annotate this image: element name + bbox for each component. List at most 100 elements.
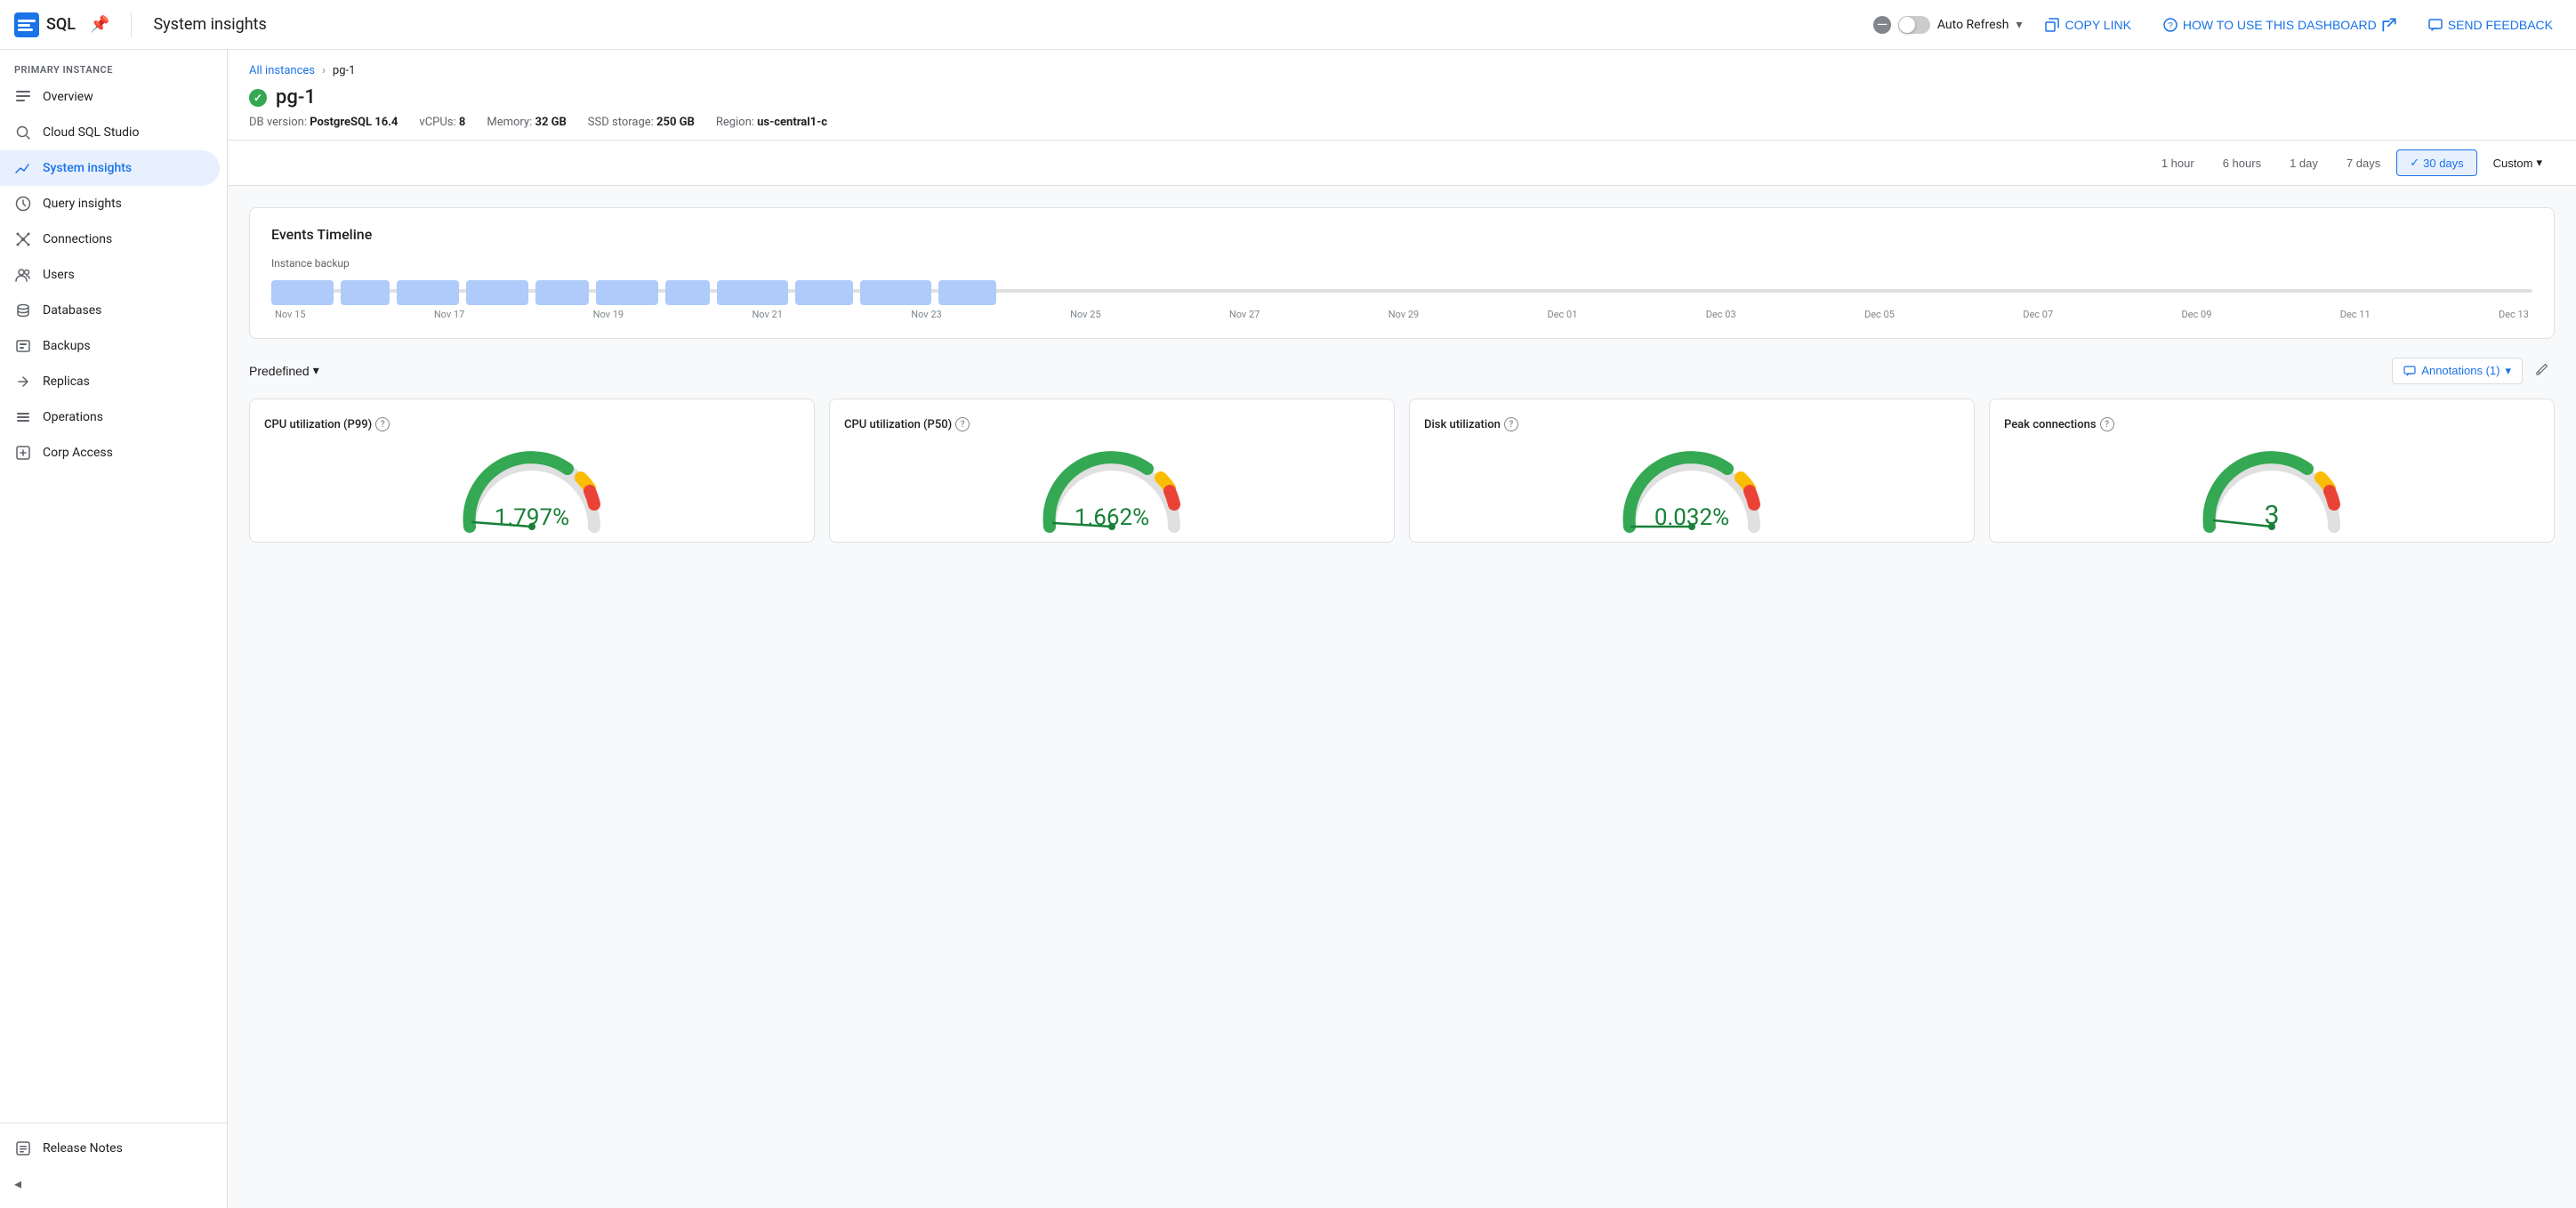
sidebar-item-overview[interactable]: Overview (0, 79, 220, 115)
sidebar-collapse-button[interactable]: ◂ (0, 1166, 227, 1201)
query-insights-label: Query insights (43, 197, 122, 211)
corp-access-label: Corp Access (43, 446, 113, 460)
time-btn-30days[interactable]: ✓ 30 days (2396, 149, 2476, 176)
feedback-icon (2428, 18, 2443, 32)
axis-label-nov19: Nov 19 (593, 309, 624, 320)
sidebar-section-label: Primary instance (0, 50, 227, 79)
timeline-track (271, 277, 2532, 305)
query-insights-icon (14, 195, 32, 213)
axis-label-dec11: Dec 11 (2340, 309, 2371, 320)
system-insights-icon (14, 159, 32, 177)
instance-name: pg-1 (276, 86, 316, 109)
sidebar-item-users[interactable]: Users (0, 257, 220, 293)
edit-button[interactable] (2530, 357, 2555, 384)
section-header: Predefined ▾ Annotations (1) ▾ (249, 357, 2555, 384)
system-insights-label: System insights (43, 161, 132, 175)
memory-value: 32 GB (535, 116, 566, 129)
timeline-bar-9[interactable] (795, 280, 853, 305)
toggle-track[interactable] (1898, 16, 1930, 34)
connections-label: Connections (43, 232, 112, 246)
users-label: Users (43, 268, 75, 282)
sidebar-item-replicas[interactable]: Replicas (0, 364, 220, 399)
db-version-value: PostgreSQL 16.4 (310, 116, 398, 129)
sidebar-item-system-insights[interactable]: System insights (0, 150, 220, 186)
sidebar-item-cloud-sql-studio[interactable]: Cloud SQL Studio (0, 115, 220, 150)
timeline-bar-2[interactable] (341, 280, 390, 305)
auto-refresh-toggle[interactable]: — Auto Refresh ▾ (1873, 16, 2023, 34)
timeline-bar-8[interactable] (717, 280, 788, 305)
timeline-bar-4[interactable] (466, 280, 528, 305)
timeline-bar-5[interactable] (535, 280, 589, 305)
timeline-bar-3[interactable] (397, 280, 459, 305)
help-icon-cpu-p50[interactable]: ? (955, 417, 970, 431)
time-btn-6hours[interactable]: 6 hours (2210, 151, 2274, 175)
gauge-title-disk: Disk utilization ? (1424, 417, 1518, 431)
gauge-card-cpu-p50: CPU utilization (P50) ? (829, 399, 1395, 543)
timeline-bar-6[interactable] (596, 280, 658, 305)
sidebar-item-connections[interactable]: Connections (0, 221, 220, 257)
sidebar-item-corp-access[interactable]: Corp Access (0, 435, 220, 471)
gauge-disk: 0.032% (1612, 442, 1772, 531)
breadcrumb: All instances › pg-1 (249, 64, 2555, 77)
copy-link-button[interactable]: COPY LINK (2036, 12, 2139, 37)
help-icon-cpu-p99[interactable]: ? (375, 417, 390, 431)
checkmark-icon: ✓ (2410, 156, 2419, 170)
instance-header: pg-1 (249, 86, 2555, 109)
content-area: Events Timeline Instance backup (228, 186, 2576, 564)
axis-label-dec01: Dec 01 (1548, 309, 1578, 320)
help-icon-disk[interactable]: ? (1504, 417, 1518, 431)
predefined-button[interactable]: Predefined ▾ (249, 363, 319, 378)
sidebar-item-databases[interactable]: Databases (0, 293, 220, 328)
axis-label-dec03: Dec 03 (1706, 309, 1736, 320)
custom-chevron-icon: ▾ (2536, 156, 2542, 170)
how-to-use-button[interactable]: ? HOW TO USE THIS DASHBOARD (2154, 12, 2405, 37)
cloud-sql-studio-label: Cloud SQL Studio (43, 125, 139, 140)
axis-label-dec05: Dec 05 (1864, 309, 1895, 320)
help-circle-icon: ? (2163, 18, 2178, 32)
timeline-bar-7[interactable] (665, 280, 710, 305)
time-btn-1day[interactable]: 1 day (2277, 151, 2330, 175)
topbar-actions: — Auto Refresh ▾ COPY LINK ? HOW TO USE … (1873, 12, 2562, 37)
auto-refresh-chevron[interactable]: ▾ (2016, 18, 2022, 32)
annotations-label: Annotations (1) (2421, 364, 2500, 377)
db-version-meta: DB version: PostgreSQL 16.4 (249, 116, 398, 129)
auto-refresh-label: Auto Refresh (1937, 18, 2009, 32)
timeline-bar-10[interactable] (860, 280, 931, 305)
gauge-title-cpu-p50: CPU utilization (P50) ? (844, 417, 970, 431)
breadcrumb-current: pg-1 (333, 64, 356, 77)
sidebar-item-query-insights[interactable]: Query insights (0, 186, 220, 221)
pin-icon[interactable]: 📌 (90, 15, 109, 34)
main-content: All instances › pg-1 pg-1 DB version: Po… (228, 50, 2576, 1208)
annotations-button[interactable]: Annotations (1) ▾ (2392, 358, 2523, 384)
sidebar-item-operations[interactable]: Operations (0, 399, 220, 435)
breadcrumb-all-instances[interactable]: All instances (249, 64, 315, 77)
replicas-icon (14, 373, 32, 391)
timeline-bar-1[interactable] (271, 280, 334, 305)
gauge-cpu-p99: 1.797% (452, 442, 612, 531)
predefined-section: Predefined ▾ Annotations (1) ▾ (249, 357, 2555, 543)
annotations-icon (2403, 365, 2416, 377)
release-notes-icon (14, 1140, 32, 1157)
axis-label-nov29: Nov 29 (1389, 309, 1419, 320)
region-meta: Region: us-central1-c (716, 116, 827, 129)
send-feedback-button[interactable]: SEND FEEDBACK (2419, 12, 2562, 37)
backups-label: Backups (43, 339, 91, 353)
sidebar-item-backups[interactable]: Backups (0, 328, 220, 364)
time-btn-custom[interactable]: Custom ▾ (2481, 150, 2555, 175)
app-logo: SQL (14, 12, 76, 37)
corp-access-icon (14, 444, 32, 462)
copy-link-label: COPY LINK (2065, 18, 2130, 32)
gauge-title-peak-connections: Peak connections ? (2004, 417, 2114, 431)
time-btn-7days[interactable]: 7 days (2334, 151, 2393, 175)
time-btn-1hour[interactable]: 1 hour (2149, 151, 2207, 175)
sidebar: Primary instance Overview Cloud SQL Stud… (0, 50, 228, 1208)
overview-icon (14, 88, 32, 106)
predefined-chevron-icon: ▾ (313, 363, 319, 378)
app-name: SQL (46, 15, 76, 34)
timeline-bar-11[interactable] (938, 280, 996, 305)
pencil-icon (2535, 362, 2549, 376)
predefined-label: Predefined (249, 364, 310, 378)
help-icon-peak-connections[interactable]: ? (2100, 417, 2114, 431)
sidebar-item-release-notes[interactable]: Release Notes (0, 1131, 220, 1166)
send-feedback-label: SEND FEEDBACK (2448, 18, 2553, 32)
